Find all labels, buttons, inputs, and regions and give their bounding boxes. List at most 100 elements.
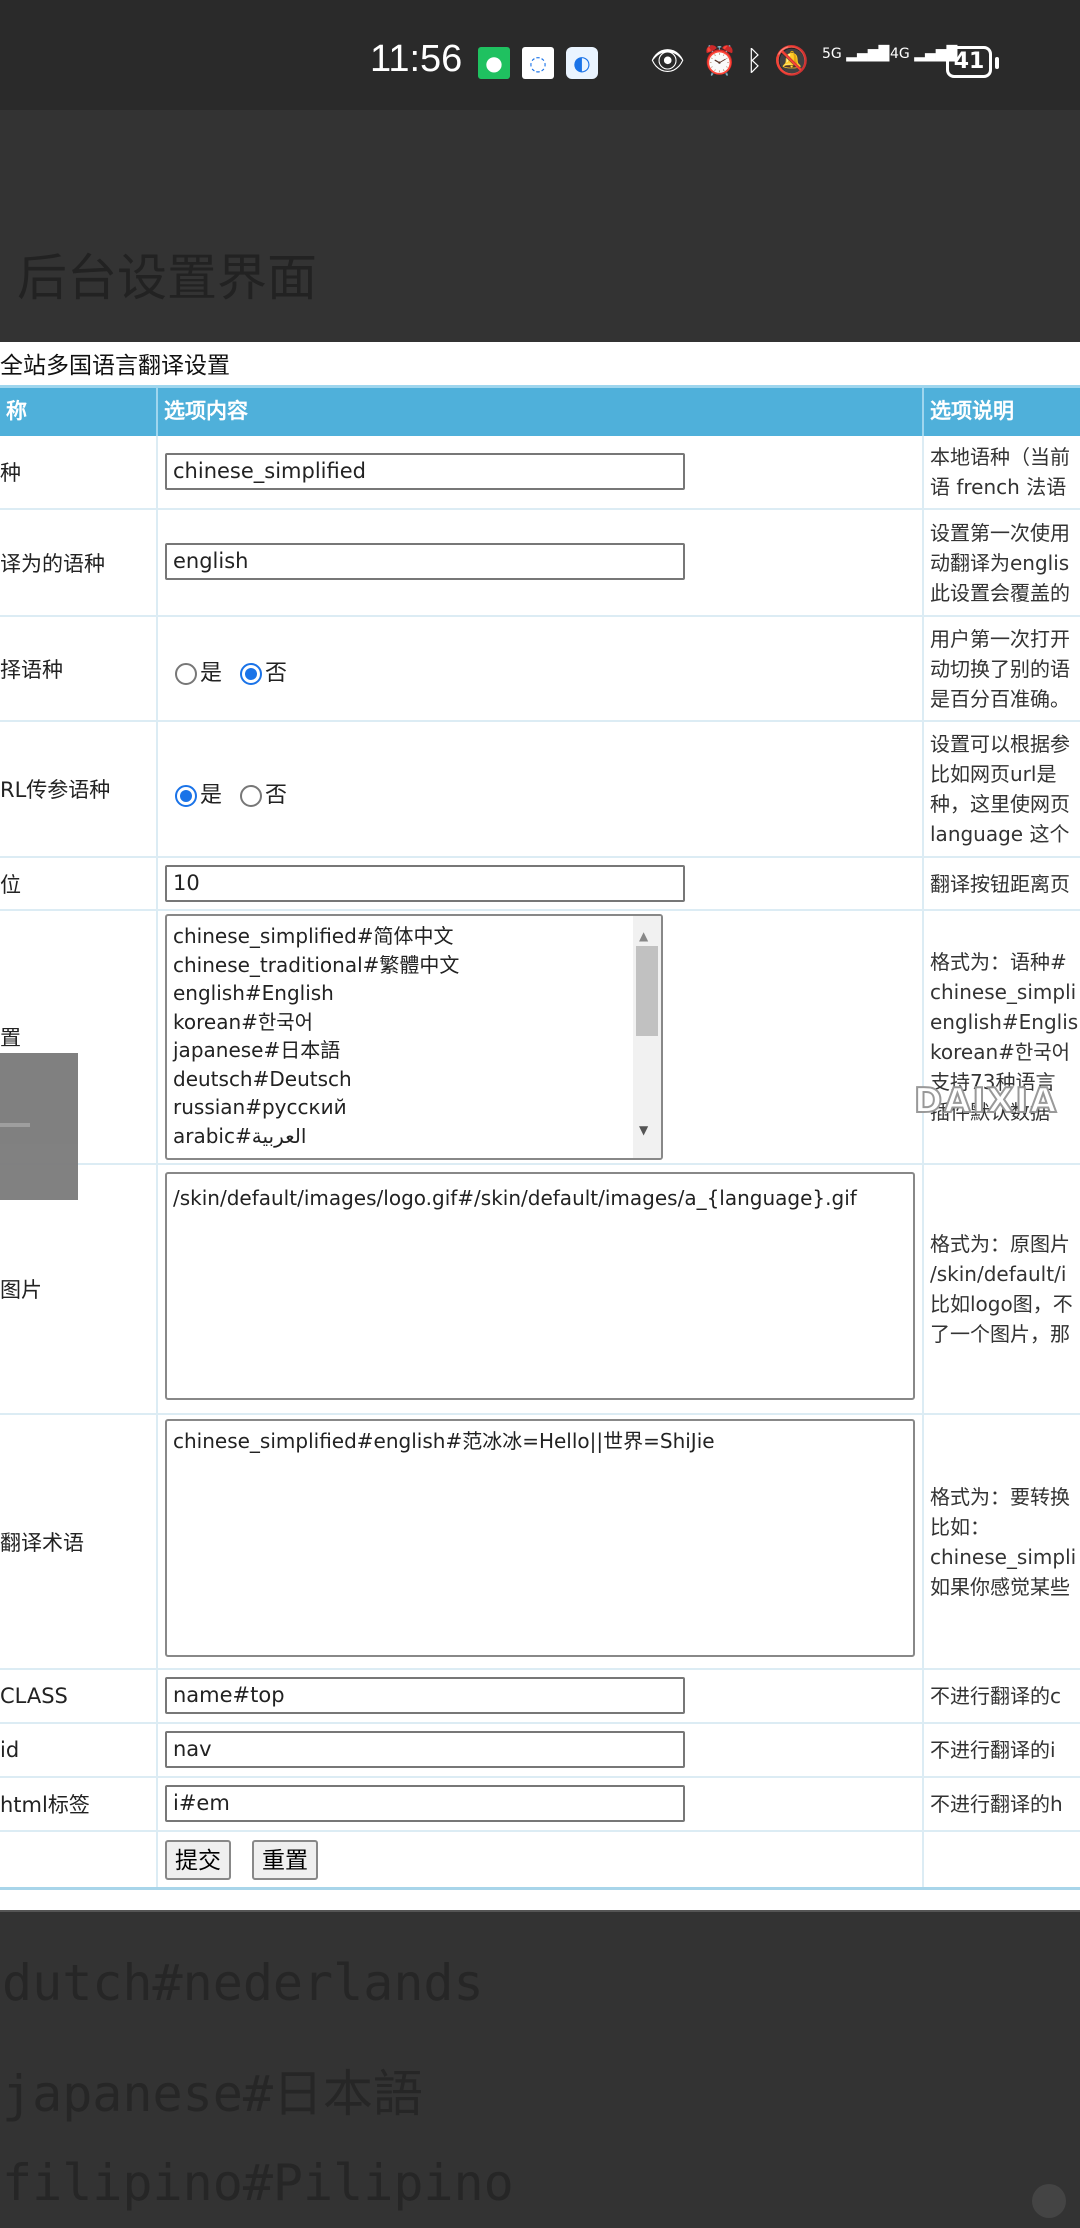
radio-label: 是 — [200, 661, 223, 686]
desc-line: 此设置会覆盖的 — [930, 580, 1070, 605]
radio-no[interactable]: 否 — [240, 777, 287, 809]
row-label: 位 — [0, 858, 158, 909]
desc-line: chinese_simpli — [930, 980, 1077, 1004]
net-4g-label: 4G — [890, 46, 910, 62]
mute-icon: 🔕 — [774, 44, 809, 77]
desc-line: 不进行翻译的i — [930, 1738, 1056, 1762]
desc-line: 格式为：原图片 — [930, 1232, 1070, 1256]
table-row: html标签 i#em 不进行翻译的h — [0, 1778, 1080, 1832]
table-row-actions: 提交 重置 — [0, 1832, 1080, 1890]
table-row: 翻译术语 chinese_simplified#english#范冰冰=Hell… — [0, 1415, 1080, 1670]
wechat-icon: ● — [478, 47, 510, 79]
browser-icon: ◐ — [566, 47, 598, 79]
signal-5g-icon: 5G ▂▄▆█ — [822, 46, 890, 62]
code-line: filipino#Pilipino — [2, 2154, 514, 2212]
exclude-id-input[interactable]: nav — [165, 1731, 685, 1768]
floating-overlay-tab[interactable] — [0, 1053, 78, 1200]
radio-label: 否 — [265, 783, 288, 808]
reset-button[interactable]: 重置 — [252, 1840, 318, 1880]
target-language-input[interactable]: english — [165, 543, 685, 580]
textarea-line: deutsch#Deutsch — [173, 1066, 352, 1091]
table-row: 择语种 是 否 用户第一次打开 动切换了别的语 是百分百准确。 — [0, 617, 1080, 722]
radio-label: 否 — [265, 661, 288, 686]
textarea-line: chinese_traditional#繁體中文 — [173, 952, 460, 977]
desc-line: 不进行翻译的c — [930, 1684, 1061, 1708]
local-language-input[interactable]: chinese_simplified — [165, 453, 685, 490]
radio-button[interactable] — [240, 785, 263, 807]
table-header: 称 选项内容 选项说明 — [0, 385, 1080, 436]
textarea-line: russian#русский — [173, 1095, 347, 1119]
desc-line: 动切换了别的语 — [930, 656, 1070, 681]
watermark: DAIXIA — [913, 1080, 1059, 1122]
row-label: 种 — [0, 436, 158, 508]
terms-textarea[interactable]: chinese_simplified#english#范冰冰=Hello||世界… — [165, 1419, 915, 1657]
bluetooth-icon: ᛒ — [746, 44, 763, 77]
desc-line: 动翻译为englis — [930, 550, 1070, 575]
radio-no[interactable]: 否 — [240, 655, 287, 687]
table-row: 图片 /skin/default/images/logo.gif#/skin/d… — [0, 1165, 1080, 1415]
button-offset-input[interactable]: 10 — [165, 865, 685, 902]
scrollbar[interactable]: ▲ ▼ — [633, 916, 661, 1158]
alarm-icon: ⏰ — [702, 44, 737, 77]
desc-line: 本地语种（当前 — [930, 445, 1070, 469]
row-label: 图片 — [0, 1165, 158, 1413]
header-content: 选项内容 — [158, 388, 924, 436]
row-label: id — [0, 1724, 158, 1776]
textarea-line: japanese#日本語 — [173, 1038, 341, 1062]
textarea-line: arabic#العربية — [173, 1123, 307, 1148]
battery-icon: 41 — [946, 46, 999, 78]
textarea-line: chinese_simplified#简体中文 — [173, 924, 454, 948]
header-description: 选项说明 — [930, 399, 1014, 423]
row-label: 译为的语种 — [0, 510, 158, 615]
row-label: CLASS — [0, 1670, 158, 1722]
language-list-textarea[interactable]: chinese_simplified#简体中文 chinese_traditio… — [165, 914, 663, 1160]
desc-line: 比如logo图，不 — [930, 1292, 1073, 1316]
table-row: 位 10 翻译按钮距离页 — [0, 858, 1080, 911]
desc-line: english#Englis — [930, 1010, 1079, 1034]
desc-line: 了一个图片，那 — [930, 1322, 1070, 1346]
radio-yes[interactable]: 是 — [175, 777, 222, 809]
table-row: id nav 不进行翻译的i — [0, 1724, 1080, 1778]
desc-line: 是百分百准确。 — [930, 686, 1070, 711]
page-title: 后台设置界面 — [17, 249, 317, 307]
scrollbar-thumb[interactable] — [636, 946, 658, 1036]
scroll-up-icon[interactable]: ▲ — [639, 922, 648, 951]
desc-line: 翻译按钮距离页 — [930, 871, 1070, 896]
code-line: dutch#nederlands — [2, 1954, 484, 2012]
desc-line: 种，这里使网页 — [930, 792, 1070, 816]
desc-line: 格式为：语种# — [930, 950, 1067, 974]
desc-line: 语 french 法语 — [930, 475, 1067, 499]
overlay-bar — [0, 1123, 30, 1127]
empty-cell — [0, 1832, 158, 1887]
desc-line: 用户第一次打开 — [930, 626, 1070, 651]
submit-button[interactable]: 提交 — [165, 1840, 231, 1880]
exclude-tag-input[interactable]: i#em — [165, 1785, 685, 1822]
desc-line: 如果你感觉某些 — [930, 1574, 1070, 1599]
eye-icon: 👁 — [650, 44, 686, 77]
desc-line: 比如网页url是 — [930, 762, 1057, 786]
scroll-down-icon[interactable]: ▼ — [639, 1116, 648, 1145]
status-bar: 11:56 ● ◌ ◐ 👁 ⏰ ᛒ 🔕 5G ▂▄▆█ 4G ▂▄▆█ 41 — [0, 0, 1080, 110]
table-row: 种 chinese_simplified 本地语种（当前语 french 法语 — [0, 436, 1080, 510]
radio-yes[interactable]: 是 — [175, 655, 222, 687]
row-label: html标签 — [0, 1778, 158, 1830]
image-replace-textarea[interactable]: /skin/default/images/logo.gif#/skin/defa… — [165, 1172, 915, 1400]
settings-panel: 全站多国语言翻译设置 称 选项内容 选项说明 种 chinese_simplif… — [0, 342, 1080, 1910]
empty-cell — [924, 1832, 1080, 1887]
table-caption: 全站多国语言翻译设置 — [0, 353, 230, 379]
radio-label: 是 — [200, 783, 223, 808]
textarea-line: english#English — [173, 981, 334, 1005]
desc-line: /skin/default/i — [930, 1262, 1067, 1286]
radio-button[interactable] — [175, 663, 197, 685]
net-5g-label: 5G — [822, 46, 842, 62]
header-name: 称 — [0, 388, 158, 436]
desc-line: language 这个 — [930, 822, 1070, 846]
radio-button-selected[interactable] — [175, 785, 197, 807]
chat-app-icon: ◌ — [522, 47, 554, 79]
desc-line: 设置可以根据参 — [930, 732, 1070, 756]
exclude-class-input[interactable]: name#top — [165, 1677, 685, 1714]
desc-line: 比如： — [930, 1514, 990, 1539]
radio-button-selected[interactable] — [240, 663, 263, 685]
code-line: japanese#日本語 — [2, 2065, 423, 2123]
desc-line: 设置第一次使用 — [930, 520, 1070, 545]
